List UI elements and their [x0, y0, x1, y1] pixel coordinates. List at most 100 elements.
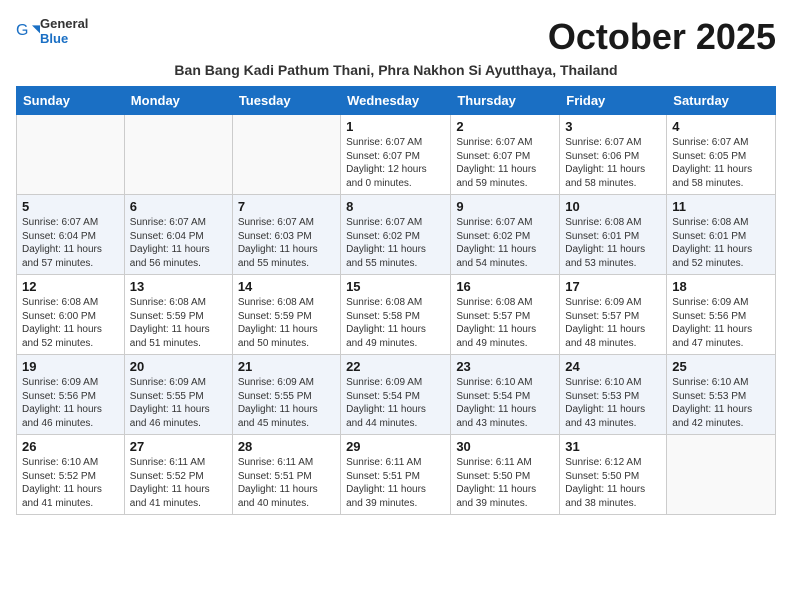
- day-number: 26: [22, 439, 119, 454]
- weekday-header-friday: Friday: [560, 87, 667, 115]
- day-number: 2: [456, 119, 554, 134]
- weekday-header-monday: Monday: [124, 87, 232, 115]
- calendar-cell: 21 Sunrise: 6:09 AM Sunset: 5:55 PM Dayli…: [232, 355, 340, 435]
- day-info: Sunrise: 6:07 AM Sunset: 6:07 PM Dayligh…: [456, 136, 554, 190]
- day-info: Sunrise: 6:08 AM Sunset: 6:01 PM Dayligh…: [565, 216, 661, 270]
- svg-text:G: G: [16, 22, 28, 39]
- calendar-cell: 16 Sunrise: 6:08 AM Sunset: 5:57 PM Dayli…: [451, 275, 560, 355]
- day-info: Sunrise: 6:08 AM Sunset: 6:01 PM Dayligh…: [672, 216, 770, 270]
- day-info: Sunrise: 6:09 AM Sunset: 5:56 PM Dayligh…: [22, 376, 119, 430]
- day-info: Sunrise: 6:09 AM Sunset: 5:56 PM Dayligh…: [672, 296, 770, 350]
- month-title: October 2025: [548, 16, 776, 58]
- day-number: 7: [238, 199, 335, 214]
- calendar-cell: 5Sunrise: 6:07 AM Sunset: 6:04 PM Daylig…: [17, 195, 125, 275]
- day-info: Sunrise: 6:08 AM Sunset: 5:57 PM Dayligh…: [456, 296, 554, 350]
- day-info: Sunrise: 6:08 AM Sunset: 5:59 PM Dayligh…: [130, 296, 227, 350]
- day-info: Sunrise: 6:10 AM Sunset: 5:53 PM Dayligh…: [672, 376, 770, 430]
- weekday-header-wednesday: Wednesday: [341, 87, 451, 115]
- calendar-cell: 31Sunrise: 6:12 AM Sunset: 5:50 PM Dayli…: [560, 435, 667, 515]
- day-number: 12: [22, 279, 119, 294]
- logo-icon: G: [16, 19, 40, 43]
- day-info: Sunrise: 6:11 AM Sunset: 5:50 PM Dayligh…: [456, 456, 554, 510]
- day-number: 31: [565, 439, 661, 454]
- calendar-cell: 13 Sunrise: 6:08 AM Sunset: 5:59 PM Dayli…: [124, 275, 232, 355]
- calendar-cell: 6 Sunrise: 6:07 AM Sunset: 6:04 PM Daylig…: [124, 195, 232, 275]
- calendar-cell: 29 Sunrise: 6:11 AM Sunset: 5:51 PM Dayli…: [341, 435, 451, 515]
- day-info: Sunrise: 6:07 AM Sunset: 6:04 PM Dayligh…: [22, 216, 119, 270]
- calendar-cell: 15Sunrise: 6:08 AM Sunset: 5:58 PM Dayli…: [341, 275, 451, 355]
- day-number: 13: [130, 279, 227, 294]
- day-number: 10: [565, 199, 661, 214]
- day-number: 4: [672, 119, 770, 134]
- day-number: 30: [456, 439, 554, 454]
- day-number: 22: [346, 359, 445, 374]
- day-number: 14: [238, 279, 335, 294]
- day-info: Sunrise: 6:08 AM Sunset: 6:00 PM Dayligh…: [22, 296, 119, 350]
- day-info: Sunrise: 6:10 AM Sunset: 5:53 PM Dayligh…: [565, 376, 661, 430]
- calendar-cell: 12 Sunrise: 6:08 AM Sunset: 6:00 PM Dayli…: [17, 275, 125, 355]
- day-info: Sunrise: 6:09 AM Sunset: 5:55 PM Dayligh…: [130, 376, 227, 430]
- day-info: Sunrise: 6:07 AM Sunset: 6:02 PM Dayligh…: [346, 216, 445, 270]
- calendar-cell: 24 Sunrise: 6:10 AM Sunset: 5:53 PM Dayli…: [560, 355, 667, 435]
- day-number: 6: [130, 199, 227, 214]
- calendar-cell: 10 Sunrise: 6:08 AM Sunset: 6:01 PM Dayli…: [560, 195, 667, 275]
- day-number: 9: [456, 199, 554, 214]
- calendar-cell: [667, 435, 776, 515]
- day-info: Sunrise: 6:11 AM Sunset: 5:52 PM Dayligh…: [130, 456, 227, 510]
- logo-blue: Blue: [40, 31, 88, 46]
- calendar-cell: 27 Sunrise: 6:11 AM Sunset: 5:52 PM Dayli…: [124, 435, 232, 515]
- day-info: Sunrise: 6:07 AM Sunset: 6:05 PM Dayligh…: [672, 136, 770, 190]
- day-number: 20: [130, 359, 227, 374]
- day-info: Sunrise: 6:10 AM Sunset: 5:54 PM Dayligh…: [456, 376, 554, 430]
- calendar-cell: 1Sunrise: 6:07 AM Sunset: 6:07 PM Daylig…: [341, 115, 451, 195]
- day-info: Sunrise: 6:09 AM Sunset: 5:57 PM Dayligh…: [565, 296, 661, 350]
- day-number: 3: [565, 119, 661, 134]
- calendar-cell: 14 Sunrise: 6:08 AM Sunset: 5:59 PM Dayli…: [232, 275, 340, 355]
- day-info: Sunrise: 6:07 AM Sunset: 6:04 PM Dayligh…: [130, 216, 227, 270]
- day-number: 18: [672, 279, 770, 294]
- day-info: Sunrise: 6:09 AM Sunset: 5:55 PM Dayligh…: [238, 376, 335, 430]
- calendar-cell: 11Sunrise: 6:08 AM Sunset: 6:01 PM Dayli…: [667, 195, 776, 275]
- day-info: Sunrise: 6:09 AM Sunset: 5:54 PM Dayligh…: [346, 376, 445, 430]
- calendar-cell: 26 Sunrise: 6:10 AM Sunset: 5:52 PM Dayli…: [17, 435, 125, 515]
- calendar-cell: 2 Sunrise: 6:07 AM Sunset: 6:07 PM Daylig…: [451, 115, 560, 195]
- calendar-cell: 28 Sunrise: 6:11 AM Sunset: 5:51 PM Dayli…: [232, 435, 340, 515]
- calendar-cell: 20 Sunrise: 6:09 AM Sunset: 5:55 PM Dayli…: [124, 355, 232, 435]
- calendar-cell: 25 Sunrise: 6:10 AM Sunset: 5:53 PM Dayli…: [667, 355, 776, 435]
- calendar-cell: 9 Sunrise: 6:07 AM Sunset: 6:02 PM Daylig…: [451, 195, 560, 275]
- calendar-cell: 19 Sunrise: 6:09 AM Sunset: 5:56 PM Dayli…: [17, 355, 125, 435]
- day-number: 8: [346, 199, 445, 214]
- weekday-header-sunday: Sunday: [17, 87, 125, 115]
- day-info: Sunrise: 6:07 AM Sunset: 6:02 PM Dayligh…: [456, 216, 554, 270]
- logo: G General Blue: [16, 16, 88, 46]
- day-number: 15: [346, 279, 445, 294]
- calendar-cell: 18 Sunrise: 6:09 AM Sunset: 5:56 PM Dayli…: [667, 275, 776, 355]
- day-number: 17: [565, 279, 661, 294]
- day-number: 27: [130, 439, 227, 454]
- day-info: Sunrise: 6:10 AM Sunset: 5:52 PM Dayligh…: [22, 456, 119, 510]
- day-number: 19: [22, 359, 119, 374]
- day-number: 16: [456, 279, 554, 294]
- weekday-header-tuesday: Tuesday: [232, 87, 340, 115]
- day-number: 29: [346, 439, 445, 454]
- calendar-cell: [232, 115, 340, 195]
- day-info: Sunrise: 6:07 AM Sunset: 6:06 PM Dayligh…: [565, 136, 661, 190]
- calendar-cell: 4 Sunrise: 6:07 AM Sunset: 6:05 PM Daylig…: [667, 115, 776, 195]
- logo-general: General: [40, 16, 88, 31]
- day-number: 24: [565, 359, 661, 374]
- day-number: 21: [238, 359, 335, 374]
- day-number: 25: [672, 359, 770, 374]
- day-info: Sunrise: 6:11 AM Sunset: 5:51 PM Dayligh…: [346, 456, 445, 510]
- location-title: Ban Bang Kadi Pathum Thani, Phra Nakhon …: [16, 62, 776, 78]
- day-number: 1: [346, 119, 445, 134]
- calendar-cell: 8 Sunrise: 6:07 AM Sunset: 6:02 PM Daylig…: [341, 195, 451, 275]
- day-number: 23: [456, 359, 554, 374]
- day-number: 28: [238, 439, 335, 454]
- calendar-table: SundayMondayTuesdayWednesdayThursdayFrid…: [16, 86, 776, 515]
- day-info: Sunrise: 6:08 AM Sunset: 5:59 PM Dayligh…: [238, 296, 335, 350]
- calendar-cell: [124, 115, 232, 195]
- weekday-header-thursday: Thursday: [451, 87, 560, 115]
- day-info: Sunrise: 6:11 AM Sunset: 5:51 PM Dayligh…: [238, 456, 335, 510]
- day-info: Sunrise: 6:07 AM Sunset: 6:03 PM Dayligh…: [238, 216, 335, 270]
- weekday-header-saturday: Saturday: [667, 87, 776, 115]
